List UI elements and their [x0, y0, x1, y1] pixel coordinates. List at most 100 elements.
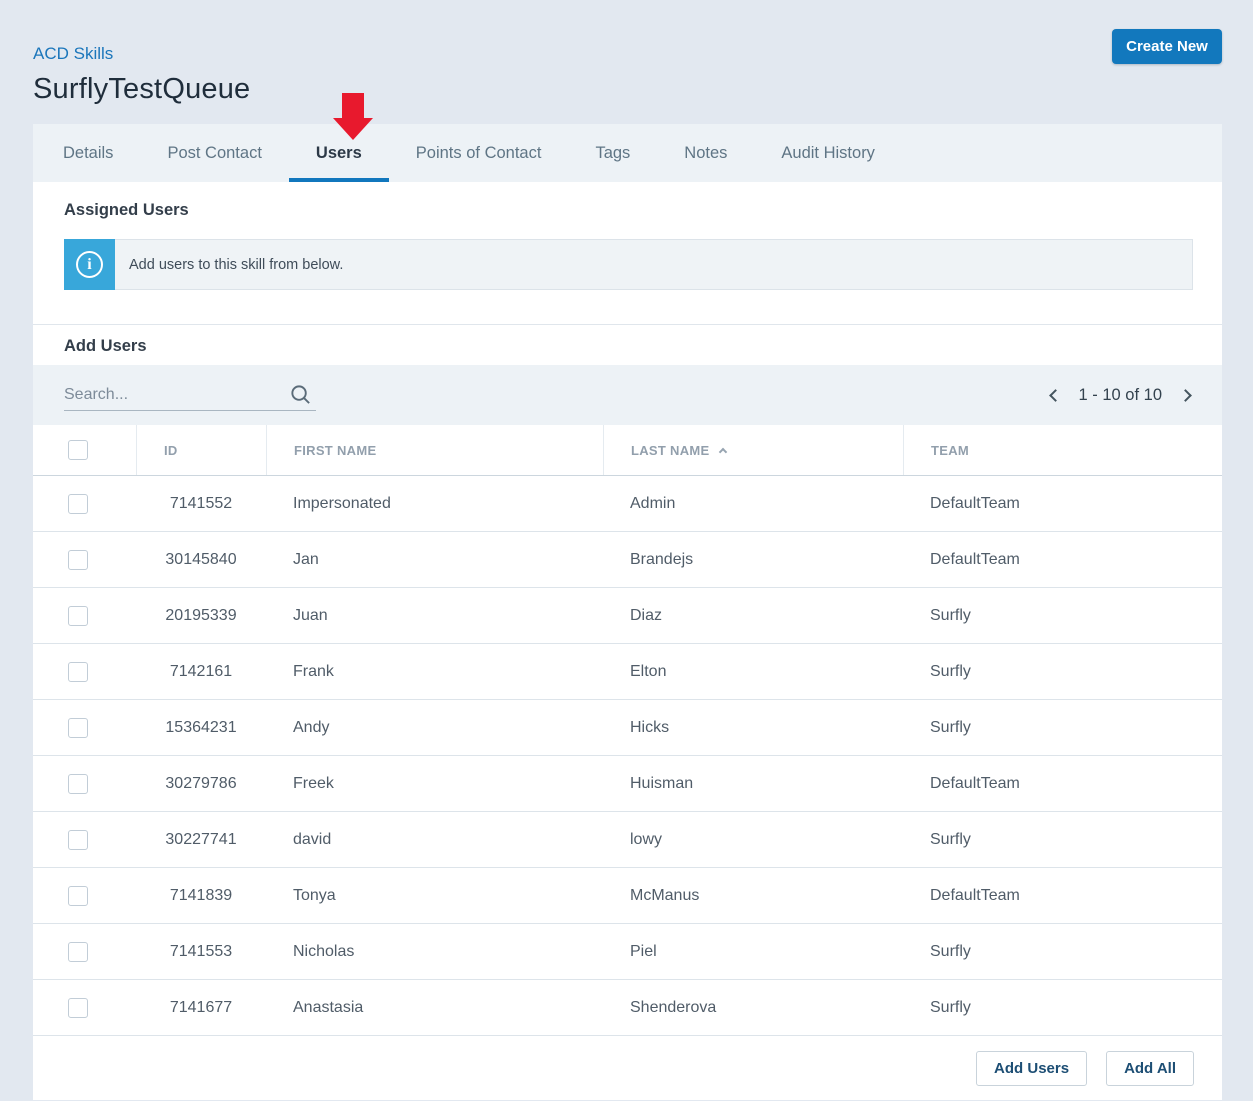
- cell-id: 30145840: [136, 551, 266, 569]
- page: ACD Skills SurflyTestQueue Create New De…: [0, 0, 1253, 1100]
- table-header-row: ID FIRST NAME LAST NAME TEAM: [33, 425, 1222, 476]
- info-banner-message: Add users to this skill from below.: [115, 239, 1193, 290]
- tab-bar: Details Post Contact Users Points of Con…: [33, 124, 1222, 182]
- cell-first-name: Frank: [266, 663, 603, 681]
- pagination: 1 - 10 of 10: [1051, 386, 1190, 405]
- add-users-button[interactable]: Add Users: [976, 1051, 1087, 1086]
- cell-team: DefaultTeam: [903, 887, 1222, 905]
- cell-id: 30279786: [136, 775, 266, 793]
- cell-first-name: Jan: [266, 551, 603, 569]
- table-row[interactable]: 7142161 Frank Elton Surfly: [33, 644, 1222, 700]
- tab-post-contact[interactable]: Post Contact: [140, 124, 288, 182]
- pagination-range: 1 - 10 of 10: [1079, 386, 1162, 405]
- cell-team: Surfly: [903, 719, 1222, 737]
- cell-team: Surfly: [903, 663, 1222, 681]
- users-table: ID FIRST NAME LAST NAME TEAM 7141552 Imp…: [33, 425, 1222, 1100]
- table-footer: Add Users Add All: [33, 1036, 1222, 1100]
- cell-last-name: Piel: [603, 943, 903, 961]
- cell-first-name: david: [266, 831, 603, 849]
- row-checkbox[interactable]: [68, 998, 88, 1018]
- row-checkbox[interactable]: [68, 494, 88, 514]
- cell-id: 15364231: [136, 719, 266, 737]
- cell-id: 7142161: [136, 663, 266, 681]
- table-row[interactable]: 20195339 Juan Diaz Surfly: [33, 588, 1222, 644]
- skill-detail-card: Details Post Contact Users Points of Con…: [33, 124, 1222, 1100]
- cell-team: Surfly: [903, 943, 1222, 961]
- add-all-button[interactable]: Add All: [1106, 1051, 1194, 1086]
- tab-tags[interactable]: Tags: [568, 124, 657, 182]
- cell-id: 7141839: [136, 887, 266, 905]
- table-toolbar: 1 - 10 of 10: [33, 365, 1222, 425]
- cell-last-name: Shenderova: [603, 999, 903, 1017]
- cell-id: 7141553: [136, 943, 266, 961]
- next-page-icon[interactable]: [1179, 389, 1192, 402]
- cell-first-name: Anastasia: [266, 999, 603, 1017]
- table-row[interactable]: 7141839 Tonya McManus DefaultTeam: [33, 868, 1222, 924]
- table-body: 7141552 Impersonated Admin DefaultTeam 3…: [33, 476, 1222, 1036]
- cell-id: 30227741: [136, 831, 266, 849]
- row-checkbox[interactable]: [68, 606, 88, 626]
- previous-page-icon[interactable]: [1049, 389, 1062, 402]
- create-new-button[interactable]: Create New: [1112, 29, 1222, 64]
- cell-team: Surfly: [903, 999, 1222, 1017]
- cell-first-name: Tonya: [266, 887, 603, 905]
- cell-last-name: Hicks: [603, 719, 903, 737]
- cell-team: DefaultTeam: [903, 551, 1222, 569]
- cell-first-name: Impersonated: [266, 495, 603, 513]
- add-users-heading: Add Users: [33, 325, 1222, 356]
- row-checkbox[interactable]: [68, 662, 88, 682]
- select-all-cell: [33, 425, 136, 475]
- row-checkbox[interactable]: [68, 942, 88, 962]
- page-header: ACD Skills SurflyTestQueue Create New: [33, 0, 1222, 106]
- search-field: [64, 383, 316, 411]
- cell-team: Surfly: [903, 831, 1222, 849]
- table-row[interactable]: 7141553 Nicholas Piel Surfly: [33, 924, 1222, 980]
- page-title: SurflyTestQueue: [33, 73, 1222, 106]
- table-row[interactable]: 15364231 Andy Hicks Surfly: [33, 700, 1222, 756]
- row-checkbox[interactable]: [68, 718, 88, 738]
- cell-last-name: Brandejs: [603, 551, 903, 569]
- cell-last-name: Diaz: [603, 607, 903, 625]
- cell-first-name: Nicholas: [266, 943, 603, 961]
- cell-team: DefaultTeam: [903, 775, 1222, 793]
- cell-last-name: McManus: [603, 887, 903, 905]
- table-row[interactable]: 30145840 Jan Brandejs DefaultTeam: [33, 532, 1222, 588]
- table-row[interactable]: 30227741 david lowy Surfly: [33, 812, 1222, 868]
- cell-last-name: lowy: [603, 831, 903, 849]
- column-header-team[interactable]: TEAM: [903, 425, 1222, 475]
- cell-first-name: Freek: [266, 775, 603, 793]
- row-checkbox[interactable]: [68, 774, 88, 794]
- cell-id: 7141677: [136, 999, 266, 1017]
- cell-team: Surfly: [903, 607, 1222, 625]
- cell-first-name: Juan: [266, 607, 603, 625]
- cell-team: DefaultTeam: [903, 495, 1222, 513]
- info-banner: i Add users to this skill from below.: [64, 239, 1193, 290]
- select-all-checkbox[interactable]: [68, 440, 88, 460]
- tab-points-of-contact[interactable]: Points of Contact: [389, 124, 569, 182]
- table-row[interactable]: 7141677 Anastasia Shenderova Surfly: [33, 980, 1222, 1036]
- row-checkbox[interactable]: [68, 550, 88, 570]
- cell-first-name: Andy: [266, 719, 603, 737]
- row-checkbox[interactable]: [68, 830, 88, 850]
- cell-id: 7141552: [136, 495, 266, 513]
- tab-users[interactable]: Users: [289, 124, 389, 182]
- cell-last-name: Elton: [603, 663, 903, 681]
- cell-last-name: Huisman: [603, 775, 903, 793]
- tab-audit-history[interactable]: Audit History: [754, 124, 902, 182]
- info-icon: i: [64, 239, 115, 290]
- tab-notes[interactable]: Notes: [657, 124, 754, 182]
- cell-id: 20195339: [136, 607, 266, 625]
- table-row[interactable]: 30279786 Freek Huisman DefaultTeam: [33, 756, 1222, 812]
- assigned-users-heading: Assigned Users: [33, 182, 1222, 220]
- column-header-last-name[interactable]: LAST NAME: [603, 425, 903, 475]
- table-row[interactable]: 7141552 Impersonated Admin DefaultTeam: [33, 476, 1222, 532]
- cell-last-name: Admin: [603, 495, 903, 513]
- column-header-id[interactable]: ID: [136, 425, 266, 475]
- search-icon[interactable]: [289, 383, 312, 406]
- row-checkbox[interactable]: [68, 886, 88, 906]
- column-header-first-name[interactable]: FIRST NAME: [266, 425, 603, 475]
- tab-details[interactable]: Details: [36, 124, 140, 182]
- breadcrumb[interactable]: ACD Skills: [33, 44, 113, 64]
- sort-ascending-icon: [718, 448, 726, 456]
- search-input[interactable]: [64, 386, 289, 404]
